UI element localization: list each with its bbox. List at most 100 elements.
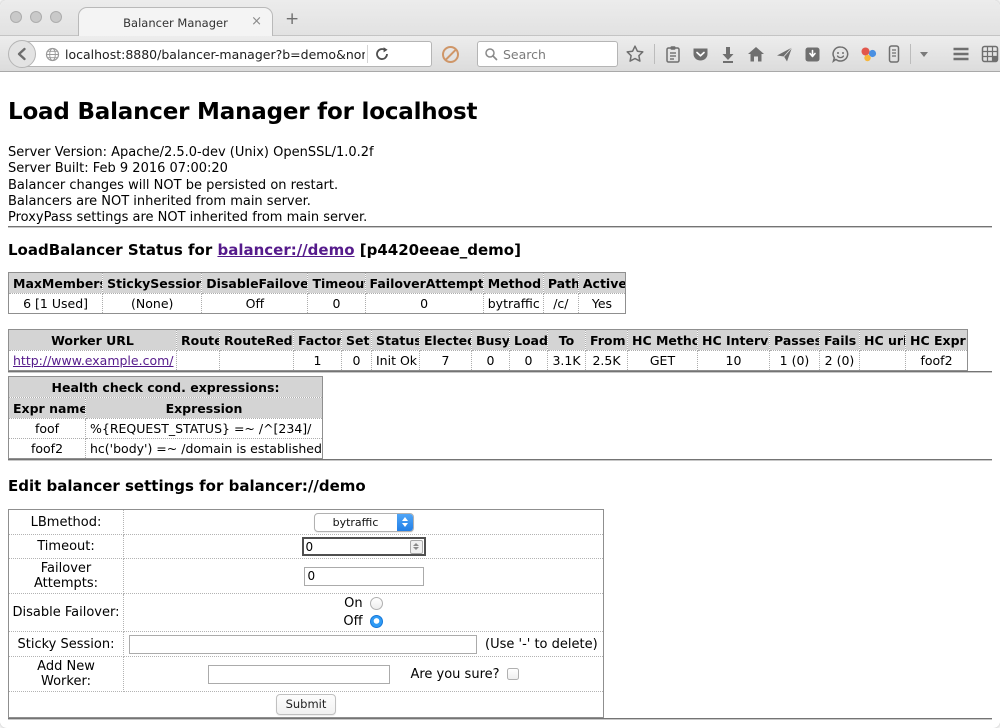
col-factor: Factor — [294, 330, 342, 351]
select-stepper-icon — [397, 513, 413, 532]
col-routeredir: RouteRedir — [220, 330, 294, 351]
url-bar[interactable]: localhost:8880/balancer-manager?b=demo&n… — [22, 41, 432, 67]
timeout-input-wrap — [302, 537, 426, 556]
navigation-toolbar: localhost:8880/balancer-manager?b=demo&n… — [0, 36, 1000, 72]
cell-timeout: 0 — [308, 294, 365, 314]
status-heading-prefix: LoadBalancer Status for — [8, 241, 217, 259]
form-row-disable-failover: Disable Failover: On Off — [9, 594, 604, 632]
downloads-icon[interactable] — [719, 45, 737, 64]
tab-balancer-manager[interactable]: Balancer Manager × — [78, 7, 273, 37]
bookmarks-clipboard-icon[interactable] — [664, 45, 682, 64]
cell-maxmembers: 6 [1 Used] — [9, 294, 103, 314]
are-you-sure-label: Are you sure? — [410, 667, 499, 682]
reading-list-icon[interactable] — [887, 44, 901, 64]
search-field[interactable]: Search — [477, 41, 618, 67]
cell-expression: hc('body') =~ /domain is established/ — [86, 439, 323, 459]
cell-expression: %{REQUEST_STATUS} =~ /^[234]/ — [86, 419, 323, 439]
bookmark-star-icon[interactable] — [625, 44, 645, 64]
search-icon — [484, 47, 498, 61]
overflow-caret-icon[interactable] — [920, 52, 928, 57]
page-content: Load Balancer Manager for localhost Serv… — [0, 72, 1000, 727]
window-minimize-button[interactable] — [30, 11, 42, 23]
submit-button[interactable]: Submit — [276, 694, 337, 715]
form-row-failover-attempts: Failover Attempts: — [9, 559, 604, 594]
col-fails: Fails — [820, 330, 860, 351]
table-header-row: Worker URL Route RouteRedir Factor Set S… — [9, 330, 968, 351]
radio-on[interactable] — [370, 597, 383, 610]
cell-worker-url: http://www.example.com/ — [9, 351, 177, 371]
cell-busy: 0 — [472, 351, 510, 371]
number-stepper-icon[interactable] — [410, 540, 423, 554]
edit-settings-heading: Edit balancer settings for balancer://de… — [8, 477, 992, 495]
col-expression: Expression — [86, 398, 323, 419]
disable-failover-label: Disable Failover: — [9, 594, 124, 632]
cell-expr-name: foof2 — [9, 439, 86, 459]
cell-hc-interval: 10 — [698, 351, 770, 371]
menu-hamburger-icon[interactable] — [951, 44, 971, 64]
proxypass-note-line: ProxyPass settings are NOT inherited fro… — [8, 210, 992, 226]
col-disablefailover: DisableFailover — [202, 273, 308, 294]
cell-routeredir — [220, 351, 294, 371]
cell-factor: 1 — [294, 351, 342, 371]
colored-dots-icon[interactable] — [859, 45, 878, 64]
divider — [8, 718, 992, 720]
divider — [8, 226, 992, 228]
window-zoom-button[interactable] — [50, 11, 62, 23]
are-you-sure-checkbox[interactable] — [507, 668, 519, 680]
save-to-device-icon[interactable] — [803, 45, 822, 64]
send-icon[interactable] — [775, 45, 794, 64]
col-worker-url: Worker URL — [9, 330, 177, 351]
table-header-row: MaxMembers StickySession DisableFailover… — [9, 273, 626, 294]
cell-disablefailover: Off — [202, 294, 308, 314]
urlbar-divider — [367, 45, 368, 63]
col-busy: Busy — [472, 330, 510, 351]
home-icon[interactable] — [746, 45, 766, 64]
tab-close-icon[interactable]: × — [251, 14, 262, 30]
lbmethod-select[interactable]: bytraffic — [314, 513, 414, 532]
server-info: Server Version: Apache/2.5.0-dev (Unix) … — [8, 145, 992, 226]
tab-bar: Balancer Manager × + — [0, 0, 1000, 36]
balancer-status-table: MaxMembers StickySession DisableFailover… — [8, 272, 626, 314]
reload-icon[interactable] — [374, 46, 390, 62]
cell-elected: 7 — [420, 351, 472, 371]
col-method: Method — [483, 273, 543, 294]
content-blocked-icon[interactable] — [442, 46, 459, 63]
col-passes: Passes — [770, 330, 820, 351]
failover-attempts-label: Failover Attempts: — [9, 559, 124, 594]
sticky-session-input[interactable] — [129, 635, 477, 654]
cell-expr-name: foof — [9, 419, 86, 439]
back-button[interactable] — [8, 40, 36, 68]
window-controls[interactable] — [10, 11, 62, 23]
table-row: foof2 hc('body') =~ /domain is establish… — [9, 439, 323, 459]
col-active: Active — [578, 273, 625, 294]
cell-method: bytraffic — [483, 294, 543, 314]
col-hc-method: HC Method — [628, 330, 698, 351]
cell-set: 0 — [342, 351, 372, 371]
add-worker-input[interactable] — [208, 665, 390, 684]
health-table-title: Health check cond. expressions: — [9, 377, 323, 398]
col-from: From — [586, 330, 628, 351]
failover-attempts-input[interactable] — [304, 567, 424, 586]
pocket-icon[interactable] — [691, 45, 710, 64]
radio-off[interactable] — [370, 615, 383, 628]
tab-groups-grid-icon[interactable] — [980, 44, 1000, 64]
cell-route — [177, 351, 220, 371]
col-set: Set — [342, 330, 372, 351]
worker-status-table: Worker URL Route RouteRedir Factor Set S… — [8, 329, 968, 371]
cell-status: Init Ok — [372, 351, 420, 371]
forum-smiley-icon[interactable] — [831, 45, 850, 64]
balancer-demo-link[interactable]: balancer://demo — [217, 241, 354, 259]
window-close-button[interactable] — [10, 11, 22, 23]
cell-load: 0 — [510, 351, 548, 371]
timeout-input[interactable] — [304, 540, 410, 554]
inherit-note-line: Balancers are NOT inherited from main se… — [8, 194, 992, 210]
lbmethod-label: LBmethod: — [9, 510, 124, 535]
worker-url-link[interactable]: http://www.example.com/ — [13, 353, 173, 368]
form-row-lbmethod: LBmethod: bytraffic — [9, 510, 604, 535]
cell-fails: 2 (0) — [820, 351, 860, 371]
toolbar-divider — [910, 44, 911, 64]
table-row: http://www.example.com/ 1 0 Init Ok 7 0 … — [9, 351, 968, 371]
new-tab-button[interactable]: + — [285, 9, 299, 29]
url-text[interactable]: localhost:8880/balancer-manager?b=demo&n… — [65, 47, 365, 62]
radio-on-label: On — [343, 596, 362, 611]
